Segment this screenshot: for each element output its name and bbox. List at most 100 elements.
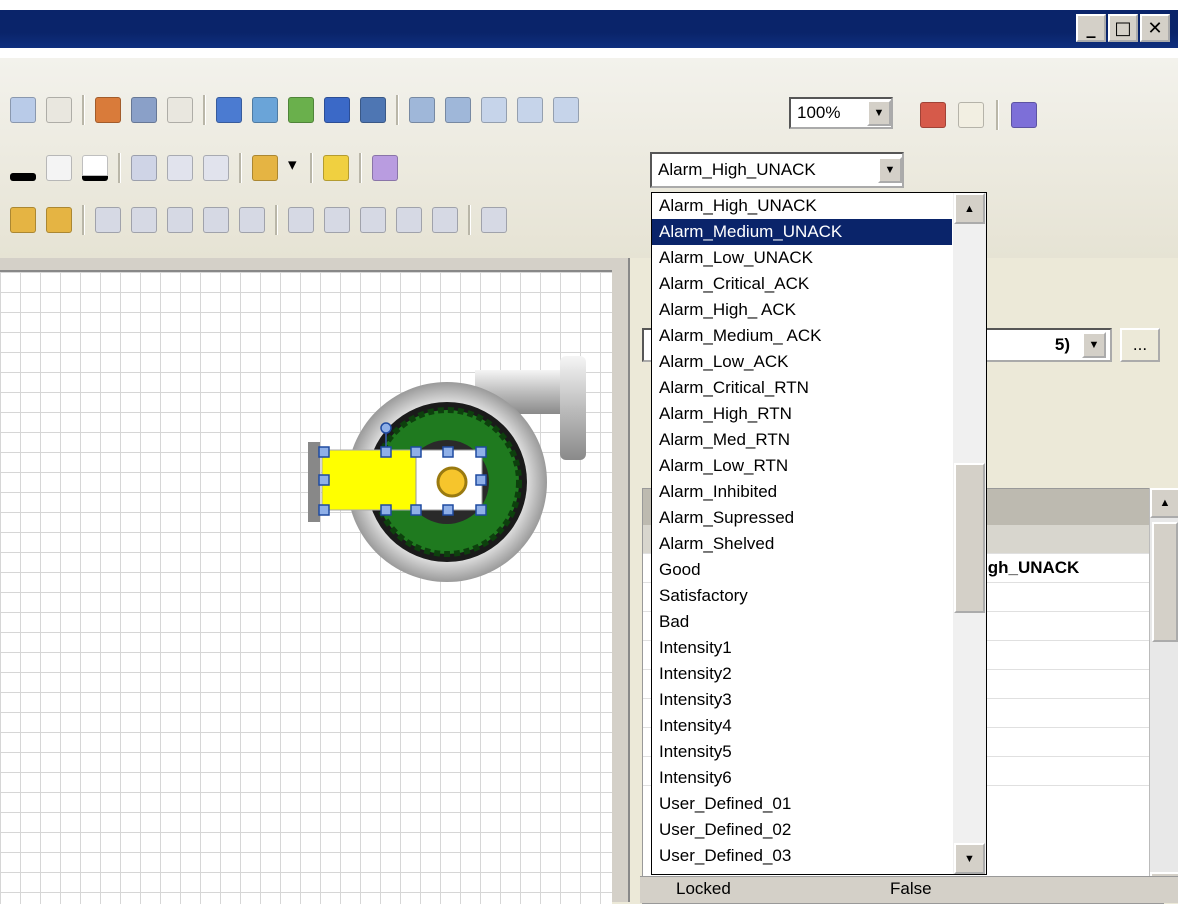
distribute-icon[interactable] xyxy=(167,207,193,233)
dropdown-option[interactable]: Alarm_Critical_RTN xyxy=(652,375,952,401)
send-to-back-icon[interactable] xyxy=(46,207,72,233)
space-icon[interactable] xyxy=(432,207,458,233)
dropdown-option[interactable]: Alarm_Low_UNACK xyxy=(652,245,952,271)
dropdown-option[interactable]: Alarm_Inhibited xyxy=(652,479,952,505)
scroll-up-icon[interactable]: ▲ xyxy=(1150,488,1178,518)
toolbar-separator xyxy=(203,95,206,125)
space-icon[interactable] xyxy=(324,207,350,233)
copy-icon[interactable] xyxy=(252,97,278,123)
ellipsis-label: ... xyxy=(1132,335,1148,354)
dropdown-scrollbar[interactable]: ▲ ▼ xyxy=(953,193,986,874)
toolbar-row-2: ▾ xyxy=(0,144,398,192)
toolbar-separator xyxy=(275,205,278,235)
zoom-out-icon[interactable] xyxy=(409,97,435,123)
dropdown-option[interactable]: Good xyxy=(652,557,952,583)
align-right-icon[interactable] xyxy=(203,155,229,181)
dropdown-option[interactable]: Alarm_Low_ACK xyxy=(652,349,952,375)
dropdown-option[interactable]: User_Defined_02 xyxy=(652,817,952,843)
zoom-combo[interactable]: 100% ▼ xyxy=(789,97,893,129)
ellipsis-button[interactable]: ... xyxy=(1120,328,1160,362)
dynamics-icon[interactable] xyxy=(288,97,314,123)
fill-color-icon[interactable] xyxy=(46,155,72,181)
zoom-page-icon[interactable] xyxy=(481,97,507,123)
dropdown-option[interactable]: Alarm_High_RTN xyxy=(652,401,952,427)
anchor-icon[interactable] xyxy=(131,97,157,123)
drawing-canvas[interactable] xyxy=(0,270,612,904)
element-style-dropdown-list[interactable]: Alarm_High_UNACK Alarm_Medium_UNACK Alarm_… xyxy=(651,192,987,875)
close-icon[interactable]: ✕ xyxy=(1140,14,1170,42)
toolbar-separator xyxy=(118,153,121,183)
dropdown-option[interactable]: Intensity2 xyxy=(652,661,952,687)
minimize-icon[interactable]: _ xyxy=(1076,14,1106,42)
bring-to-front-icon[interactable] xyxy=(10,207,36,233)
locked-property-row[interactable]: Locked False xyxy=(640,876,1178,903)
properties-icon[interactable] xyxy=(360,97,386,123)
dropdown-option[interactable]: Alarm_Med_RTN xyxy=(652,427,952,453)
dropdown-option[interactable]: User_Defined_03 xyxy=(652,843,952,869)
dropdown-option[interactable]: Alarm_Shelved xyxy=(652,531,952,557)
zoom-in-icon[interactable] xyxy=(445,97,471,123)
chevron-down-icon[interactable]: ▾ xyxy=(288,155,300,181)
dropdown-option[interactable]: Alarm_High_ ACK xyxy=(652,297,952,323)
scroll-up-icon[interactable]: ▲ xyxy=(954,193,985,224)
toolbar-row-1-right xyxy=(920,100,1037,130)
toolbar-separator xyxy=(396,95,399,125)
property-grid-scrollbar[interactable]: ▲ ▼ xyxy=(1149,488,1178,902)
align-left-icon[interactable] xyxy=(131,155,157,181)
grid-icon[interactable] xyxy=(1011,102,1037,128)
toolbar-separator xyxy=(239,153,242,183)
pump-inlet-flange xyxy=(308,442,320,522)
property-grid-value: igh_UNACK xyxy=(983,558,1080,577)
disabled-tool-icon xyxy=(167,97,193,123)
space-icon[interactable] xyxy=(396,207,422,233)
dropdown-option[interactable]: Alarm_Critical_ACK xyxy=(652,271,952,297)
dropdown-option[interactable]: Alarm_Low_RTN xyxy=(652,453,952,479)
pan-hand-icon[interactable] xyxy=(958,102,984,128)
dropdown-option[interactable]: Intensity6 xyxy=(652,765,952,791)
scrollbar-thumb[interactable] xyxy=(1152,522,1178,642)
element-style-icon[interactable] xyxy=(372,155,398,181)
image-icon[interactable] xyxy=(216,97,242,123)
chevron-down-icon[interactable]: ▼ xyxy=(1082,332,1106,358)
distribute-icon[interactable] xyxy=(131,207,157,233)
shadow-icon[interactable] xyxy=(252,155,278,181)
chevron-down-icon[interactable]: ▼ xyxy=(867,100,891,126)
dropdown-option[interactable]: User_Defined_04 xyxy=(652,869,952,874)
distribute-icon[interactable] xyxy=(203,207,229,233)
dropdown-option[interactable]: Satisfactory xyxy=(652,583,952,609)
dropdown-option[interactable]: Intensity3 xyxy=(652,687,952,713)
zoom-selection-icon[interactable] xyxy=(553,97,579,123)
pump-graphic[interactable] xyxy=(0,272,612,904)
scroll-down-icon[interactable]: ▼ xyxy=(954,843,985,874)
checklist-icon[interactable] xyxy=(324,97,350,123)
flip-icon[interactable] xyxy=(481,207,507,233)
pump-inlet-body[interactable] xyxy=(321,449,417,511)
align-center-icon[interactable] xyxy=(167,155,193,181)
element-style-combo[interactable]: Alarm_High_UNACK ▼ xyxy=(650,152,904,188)
dropdown-option[interactable]: Alarm_Supressed xyxy=(652,505,952,531)
link-icon[interactable] xyxy=(95,97,121,123)
window-icon[interactable] xyxy=(920,102,946,128)
dropdown-option[interactable]: Alarm_Medium_ ACK xyxy=(652,323,952,349)
dropdown-option[interactable]: Alarm_High_UNACK xyxy=(652,193,952,219)
dropdown-option[interactable]: Intensity1 xyxy=(652,635,952,661)
dropdown-option[interactable]: Bad xyxy=(652,609,952,635)
dropdown-option[interactable]: Intensity5 xyxy=(652,739,952,765)
element-style-value: Alarm_High_UNACK xyxy=(658,160,816,179)
space-icon[interactable] xyxy=(360,207,386,233)
chevron-down-icon[interactable]: ▼ xyxy=(878,157,902,183)
rectangle-select-icon[interactable] xyxy=(10,97,36,123)
dropdown-option[interactable]: Intensity4 xyxy=(652,713,952,739)
space-icon[interactable] xyxy=(288,207,314,233)
distribute-icon[interactable] xyxy=(95,207,121,233)
dropdown-option[interactable]: Alarm_Medium_UNACK xyxy=(652,219,952,245)
dropdown-option[interactable]: User_Defined_01 xyxy=(652,791,952,817)
maximize-icon[interactable]: □ xyxy=(1108,14,1138,42)
scrollbar-thumb[interactable] xyxy=(954,463,985,613)
zoom-value: 100% xyxy=(797,103,841,122)
distribute-icon[interactable] xyxy=(239,207,265,233)
line-style-icon[interactable] xyxy=(10,173,36,181)
zoom-fit-icon[interactable] xyxy=(517,97,543,123)
line-color-icon[interactable] xyxy=(82,155,108,181)
magic-wand-icon[interactable] xyxy=(323,155,349,181)
